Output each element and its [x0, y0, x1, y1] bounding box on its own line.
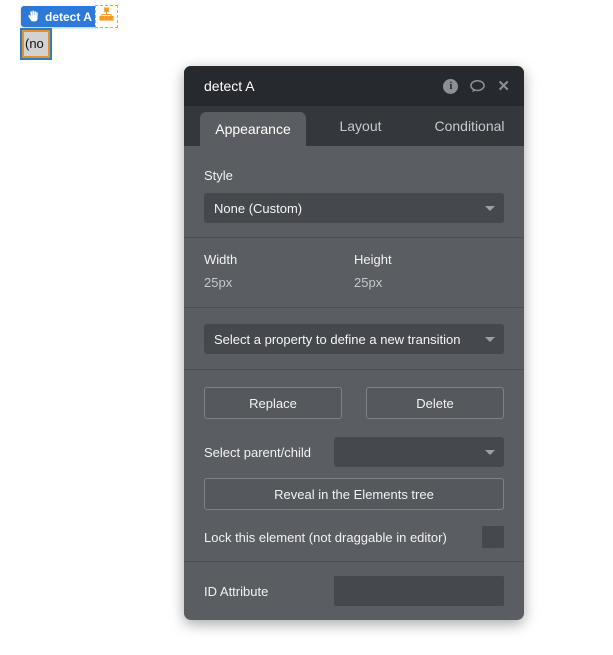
chevron-down-icon — [485, 450, 495, 455]
comment-bubble-icon[interactable] — [469, 79, 486, 94]
style-label: Style — [204, 168, 233, 183]
style-section: Style None (Custom) — [184, 146, 524, 238]
info-icon[interactable]: i — [443, 78, 459, 94]
lock-element-label: Lock this element (not draggable in edit… — [204, 529, 447, 545]
height-value: 25px — [354, 275, 383, 290]
hierarchy-helper-box[interactable] — [95, 5, 118, 28]
hand-icon — [27, 10, 40, 23]
transition-section: Select a property to define a new transi… — [184, 308, 524, 370]
style-dropdown-value: None (Custom) — [214, 200, 303, 216]
tab-bar: Appearance Layout Conditional — [184, 106, 524, 146]
parent-child-label: Select parent/child — [204, 444, 311, 460]
close-icon[interactable]: ✕ — [497, 79, 510, 94]
actions-section: Replace Delete Select parent/child Revea… — [184, 370, 524, 562]
hierarchy-icon — [99, 6, 114, 27]
reveal-elements-tree-button[interactable]: Reveal in the Elements tree — [204, 478, 504, 510]
property-editor-panel: detect A i ✕ Appearance Layout Condition… — [184, 66, 524, 620]
transition-property-dropdown[interactable]: Select a property to define a new transi… — [204, 324, 504, 354]
chevron-down-icon — [485, 206, 495, 211]
id-attribute-label: ID Attribute — [204, 583, 269, 599]
id-attribute-input[interactable] — [334, 576, 504, 606]
parent-child-dropdown[interactable] — [334, 437, 504, 467]
panel-title: detect A — [204, 78, 255, 94]
lock-element-checkbox[interactable] — [482, 526, 504, 548]
selected-canvas-element[interactable]: (no — [20, 28, 52, 60]
width-value: 25px — [204, 275, 233, 290]
chevron-down-icon — [485, 337, 495, 342]
element-badge-label: detect A — [45, 9, 92, 24]
tab-conditional[interactable]: Conditional — [415, 106, 524, 146]
delete-button[interactable]: Delete — [366, 387, 504, 419]
panel-header: detect A i ✕ — [184, 66, 524, 106]
height-label: Height — [354, 252, 392, 267]
tab-layout[interactable]: Layout — [306, 106, 415, 146]
style-dropdown[interactable]: None (Custom) — [204, 193, 504, 223]
dimensions-section: Width 25px Height 25px — [184, 238, 524, 308]
tab-appearance[interactable]: Appearance — [200, 112, 306, 146]
width-label: Width — [204, 252, 238, 267]
transition-dropdown-placeholder: Select a property to define a new transi… — [214, 331, 461, 347]
element-badge[interactable]: detect A — [21, 6, 100, 27]
id-attribute-section: ID Attribute — [184, 562, 524, 620]
replace-button[interactable]: Replace — [204, 387, 342, 419]
